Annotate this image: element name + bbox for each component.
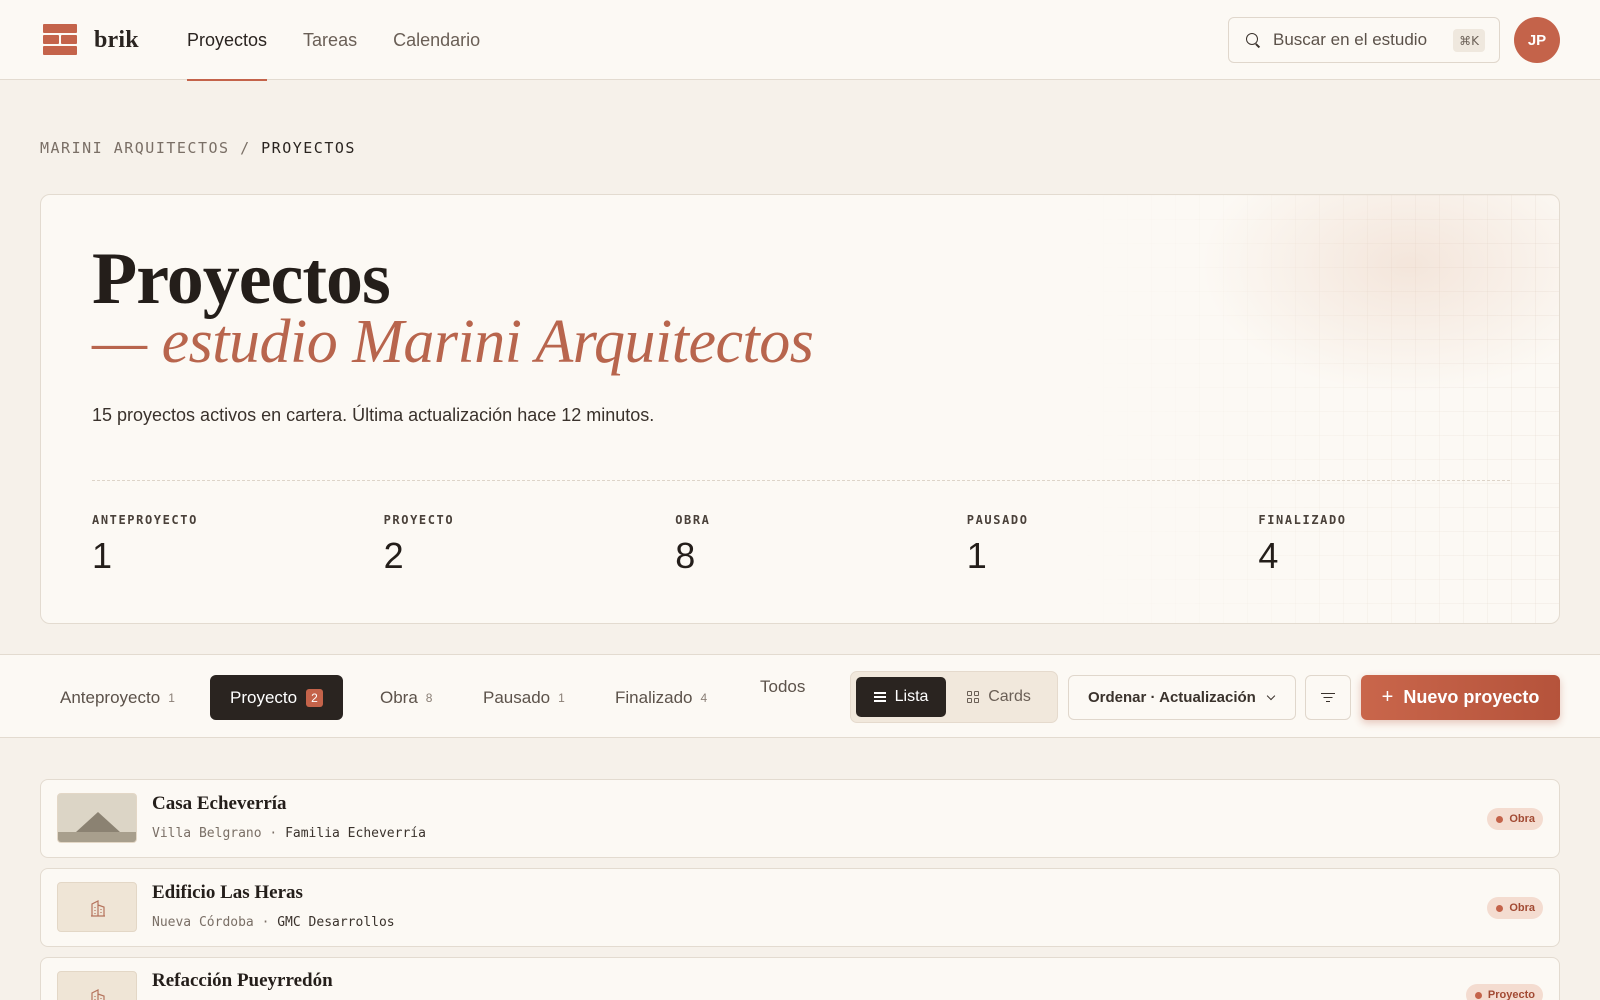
status-badge: Proyecto	[1465, 984, 1543, 1000]
filter-tab-pausado[interactable]: Pausado 1	[483, 675, 565, 720]
list-icon	[873, 692, 886, 702]
stat-value: 1	[92, 535, 113, 576]
filter-tab-finalizado[interactable]: Finalizado 4	[615, 675, 707, 720]
plus-icon: +	[1381, 686, 1394, 708]
view-list-label: Lista	[894, 688, 929, 705]
filter-tab-count: 4	[700, 690, 708, 705]
project-meta: Nueva Córdoba · GMC Desarrollos	[152, 915, 395, 930]
building-icon	[91, 900, 105, 917]
new-project-label: Nuevo proyecto	[1403, 687, 1540, 707]
stat-label: FINALIZADO	[1258, 513, 1347, 527]
nav-item-tareas[interactable]: Tareas	[303, 0, 357, 80]
breadcrumb-separator: /	[240, 139, 251, 157]
mountain-icon	[76, 812, 120, 832]
grid-icon	[967, 691, 980, 703]
project-thumbnail	[57, 971, 137, 1000]
stat-value: 2	[383, 535, 404, 576]
hero-card: Proyectos — estudio Marini Arquitectos 1…	[40, 194, 1560, 624]
project-location: Nueva Córdoba	[152, 915, 254, 930]
view-toggle: Lista Cards	[850, 671, 1058, 723]
project-meta: Villa Belgrano · Familia Echeverría	[152, 826, 426, 841]
project-location: Villa Belgrano	[152, 826, 262, 841]
project-name[interactable]: Casa Echeverría	[152, 793, 287, 815]
project-name[interactable]: Refacción Pueyrredón	[152, 970, 333, 992]
stat-label: PROYECTO	[383, 513, 455, 527]
project-thumbnail	[57, 793, 137, 843]
brand-name: brik	[94, 26, 139, 53]
search-icon	[1245, 32, 1261, 48]
nav-item-calendario[interactable]: Calendario	[393, 0, 480, 80]
breadcrumb-parent[interactable]: MARINI ARQUITECTOS	[40, 139, 230, 157]
stat-proyecto: PROYECTO 2	[384, 513, 676, 577]
stat-finalizado: FINALIZADO 4	[1258, 513, 1550, 577]
filter-tab-obra[interactable]: Obra 8	[380, 675, 432, 720]
project-row[interactable]: Casa Echeverría Villa Belgrano · Familia…	[40, 779, 1560, 858]
filter-toolbar: Anteproyecto 1 Proyecto 2 Obra 8 Pausado…	[0, 654, 1600, 738]
search-placeholder: Buscar en el estudio	[1273, 30, 1428, 49]
breadcrumb: MARINI ARQUITECTOS / PROYECTOS	[40, 139, 356, 157]
avatar[interactable]: JP	[1514, 17, 1560, 63]
stat-value: 1	[966, 535, 987, 576]
status-badge: Obra	[1487, 897, 1543, 919]
status-badge-label: Obra	[1509, 902, 1535, 914]
page-description: 15 proyectos activos en cartera. Última …	[92, 405, 655, 425]
filter-tab-count: 1	[558, 690, 565, 705]
stat-pausado: PAUSADO 1	[967, 513, 1259, 577]
filter-tab-label: Pausado	[483, 687, 551, 707]
status-badge: Obra	[1487, 808, 1543, 830]
stat-value: 4	[1258, 535, 1279, 576]
brick-logo-icon	[43, 24, 77, 56]
hero-glow-decoration	[1199, 195, 1559, 395]
stat-obra: OBRA 8	[675, 513, 967, 577]
sort-label: Ordenar · Actualización	[1088, 689, 1256, 706]
stat-label: OBRA	[675, 513, 711, 527]
stat-value: 8	[675, 535, 696, 576]
filter-tab-count: 1	[168, 690, 175, 705]
filter-button[interactable]	[1305, 675, 1351, 720]
filter-tab-label: Todos	[760, 676, 806, 696]
stat-label: ANTEPROYECTO	[92, 513, 198, 527]
page-subtitle: — estudio Marini Arquitectos	[92, 308, 814, 376]
sort-dropdown[interactable]: Ordenar · Actualización	[1068, 675, 1296, 720]
filter-tab-anteproyecto[interactable]: Anteproyecto 1	[60, 675, 175, 720]
stat-label: PAUSADO	[966, 513, 1029, 527]
main-nav: Proyectos Tareas Calendario	[187, 0, 516, 81]
top-bar: brik Proyectos Tareas Calendario Buscar …	[0, 0, 1600, 81]
filter-tab-count: 2	[306, 688, 323, 707]
filter-tab-label: Obra	[380, 687, 418, 707]
view-cards-button[interactable]: Cards	[946, 677, 1052, 717]
project-row[interactable]: Refacción Pueyrredón Proyecto	[40, 957, 1560, 1000]
filter-tab-label: Anteproyecto	[60, 687, 161, 707]
filter-tab-count: 8	[425, 690, 433, 705]
status-stats: ANTEPROYECTO 1 PROYECTO 2 OBRA 8 PAUSADO…	[92, 513, 1550, 577]
view-list-button[interactable]: Lista	[856, 677, 947, 717]
project-name[interactable]: Edificio Las Heras	[152, 882, 303, 904]
building-icon	[91, 989, 105, 1000]
new-project-button[interactable]: + Nuevo proyecto	[1361, 675, 1560, 720]
project-row[interactable]: Edificio Las Heras Nueva Córdoba · GMC D…	[40, 868, 1560, 947]
filter-tab-label: Finalizado	[615, 687, 693, 707]
search-shortcut: ⌘K	[1453, 29, 1485, 52]
nav-item-proyectos[interactable]: Proyectos	[187, 0, 268, 81]
project-client: GMC Desarrollos	[277, 915, 395, 930]
filter-tab-label: Proyecto	[230, 687, 298, 707]
status-badge-label: Obra	[1509, 813, 1535, 825]
search-input[interactable]: Buscar en el estudio ⌘K	[1228, 17, 1500, 63]
chevron-down-icon	[1266, 691, 1276, 700]
breadcrumb-current: PROYECTOS	[261, 139, 356, 157]
filter-tab-proyecto[interactable]: Proyecto 2	[210, 675, 343, 720]
stat-anteproyecto: ANTEPROYECTO 1	[92, 513, 384, 577]
filter-icon	[1321, 692, 1335, 703]
filter-tab-todos[interactable]: Todos	[760, 664, 805, 709]
status-badge-label: Proyecto	[1487, 989, 1535, 1000]
hero-divider	[92, 480, 1510, 481]
brand-logo[interactable]: brik	[43, 24, 139, 56]
view-cards-label: Cards	[988, 688, 1031, 705]
project-thumbnail	[57, 882, 137, 932]
project-client: Familia Echeverría	[285, 826, 426, 841]
